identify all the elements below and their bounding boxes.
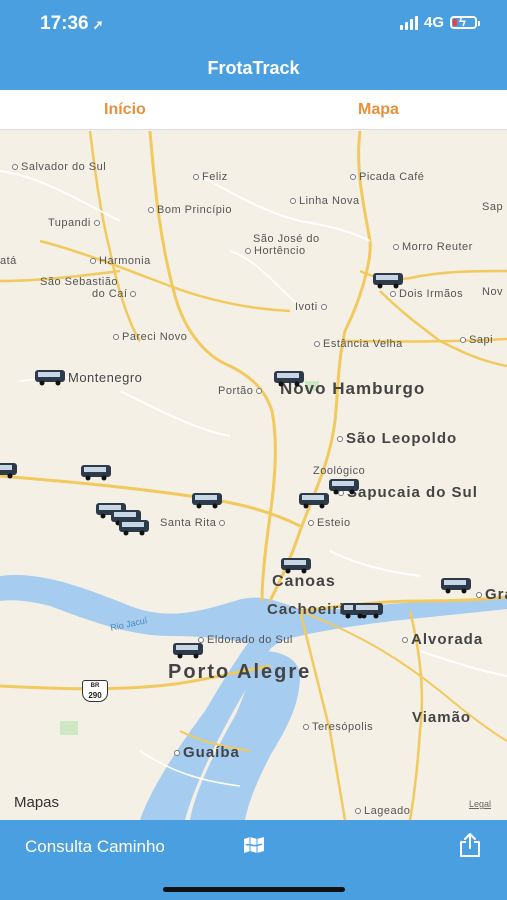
bus-icon[interactable] bbox=[273, 369, 305, 387]
place-label: Sapi bbox=[460, 334, 493, 346]
big-city-label: Porto Alegre bbox=[168, 661, 312, 683]
place-label: do Caí bbox=[92, 288, 139, 300]
bus-icon[interactable] bbox=[0, 461, 18, 479]
place-label: atá bbox=[0, 255, 17, 267]
status-bar: 17:36 ➚ 4G ϟ bbox=[0, 0, 507, 50]
city-label: Alvorada bbox=[402, 631, 483, 648]
map-view[interactable]: Salvador do Sul Feliz Picada Café Sap Tu… bbox=[0, 131, 507, 820]
highway-shield: BR 290 bbox=[82, 680, 108, 702]
place-label: São José do bbox=[253, 233, 320, 245]
place-label: Nov bbox=[482, 286, 504, 298]
place-label: Pareci Novo bbox=[113, 331, 187, 343]
place-label: Lageado bbox=[355, 805, 410, 817]
battery-charging-icon: ϟ bbox=[450, 14, 480, 29]
bus-icon[interactable] bbox=[280, 556, 312, 574]
bus-icon[interactable] bbox=[191, 491, 223, 509]
place-label: Estância Velha bbox=[314, 338, 403, 350]
segment-tabs: Início Mapa bbox=[0, 90, 507, 130]
place-label: Eldorado do Sul bbox=[198, 634, 293, 646]
place-label: Esteio bbox=[308, 517, 351, 529]
city-label: Gra bbox=[476, 586, 507, 603]
route-query-button[interactable]: Consulta Caminho bbox=[25, 837, 165, 857]
network-label: 4G bbox=[423, 14, 444, 31]
bus-icon[interactable] bbox=[34, 368, 66, 386]
place-label: Portão bbox=[218, 385, 265, 397]
app-title: FrotaTrack bbox=[207, 58, 300, 78]
bus-icon[interactable] bbox=[372, 271, 404, 289]
city-label: Guaíba bbox=[174, 744, 240, 761]
place-label: Morro Reuter bbox=[393, 241, 473, 253]
share-icon[interactable] bbox=[458, 832, 482, 858]
place-label: Hortêncio bbox=[245, 245, 306, 257]
bus-icon[interactable] bbox=[440, 576, 472, 594]
place-label: Teresópolis bbox=[303, 721, 373, 733]
status-indicators: 4G ϟ bbox=[399, 14, 480, 31]
place-label: Feliz bbox=[193, 171, 228, 183]
city-label: São Leopoldo bbox=[337, 430, 457, 447]
bus-icon[interactable] bbox=[328, 477, 360, 495]
legal-link[interactable]: Legal bbox=[469, 799, 491, 809]
status-time: 17:36 ➚ bbox=[40, 13, 104, 35]
city-label: Canoas bbox=[272, 573, 336, 590]
bus-icon[interactable] bbox=[352, 601, 384, 619]
place-label: Bom Princípio bbox=[148, 204, 232, 216]
place-label: Harmonia bbox=[90, 255, 151, 267]
home-indicator bbox=[163, 887, 345, 892]
place-label: Picada Café bbox=[350, 171, 424, 183]
place-label: Zoológico bbox=[313, 465, 366, 477]
place-label: Montenegro bbox=[68, 370, 143, 385]
status-time-text: 17:36 bbox=[40, 13, 89, 34]
bottom-toolbar: Consulta Caminho bbox=[0, 820, 507, 900]
bus-icon[interactable] bbox=[298, 491, 330, 509]
bus-icon[interactable] bbox=[118, 518, 150, 536]
city-label: Viamão bbox=[412, 709, 472, 726]
bus-icon[interactable] bbox=[80, 463, 112, 481]
bus-icon[interactable] bbox=[172, 641, 204, 659]
maps-attribution: Mapas bbox=[14, 794, 60, 811]
tab-mapa[interactable]: Mapa bbox=[358, 101, 399, 119]
signal-icon bbox=[399, 15, 418, 30]
tab-inicio[interactable]: Início bbox=[104, 101, 146, 119]
place-label: Linha Nova bbox=[290, 195, 360, 207]
navigation-bar: FrotaTrack bbox=[0, 50, 507, 90]
location-arrow-icon: ➚ bbox=[92, 17, 104, 32]
place-label: Tupandi bbox=[48, 217, 103, 229]
place-label: Santa Rita bbox=[160, 517, 228, 529]
place-label: Dois Irmãos bbox=[390, 288, 463, 300]
place-label: Sap bbox=[482, 201, 504, 213]
map-icon[interactable] bbox=[243, 836, 265, 854]
place-label: Ivoti bbox=[295, 301, 330, 313]
place-label: São Sebastião bbox=[40, 276, 119, 288]
place-label: Salvador do Sul bbox=[12, 161, 106, 173]
